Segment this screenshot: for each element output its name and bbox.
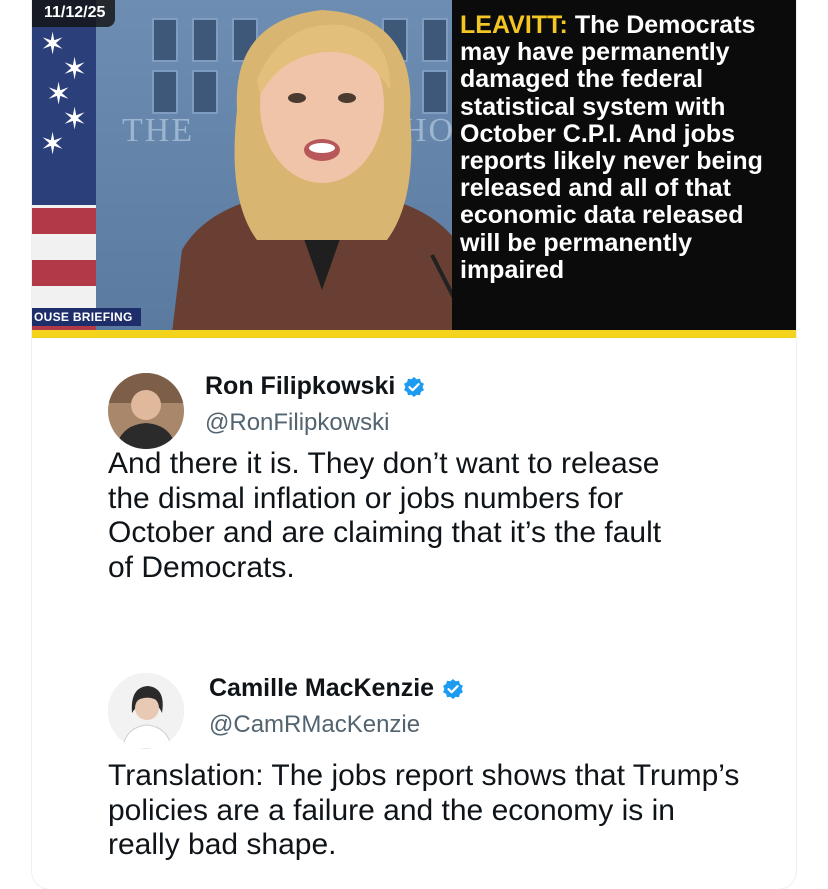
verified-badge-icon xyxy=(404,376,425,397)
broadcast-frame: THE HOU ✶ ✶ ✶ ✶ ✶ 11/12/25 OUSE BRIEFING… xyxy=(32,0,796,333)
author-handle[interactable]: @RonFilipkowski xyxy=(205,409,389,437)
avatar-photo-icon xyxy=(108,373,184,449)
author-name-line: Ron Filipkowski xyxy=(205,372,425,401)
us-flag: ✶ ✶ ✶ ✶ ✶ xyxy=(32,0,96,333)
avatar[interactable] xyxy=(108,673,184,749)
author-name[interactable]: Ron Filipkowski xyxy=(205,372,395,401)
caption-text: The Democrats may have permanently damag… xyxy=(460,11,763,284)
avatar-photo-icon xyxy=(108,673,184,749)
author-name-line: Camille MacKenzie xyxy=(209,674,464,703)
verified-badge-icon xyxy=(443,678,463,699)
lower-third-label: OUSE BRIEFING xyxy=(32,308,141,326)
caption-speaker: LEAVITT: xyxy=(460,11,568,39)
caption-box: LEAVITT: The Democrats may have permanen… xyxy=(452,0,796,333)
speaker-figure xyxy=(172,10,474,333)
author-name[interactable]: Camille MacKenzie xyxy=(209,674,434,703)
yellow-accent-bar xyxy=(32,330,796,338)
tweet-text: Translation: The jobs report shows that … xyxy=(108,759,740,861)
post-card: THE HOU ✶ ✶ ✶ ✶ ✶ 11/12/25 OUSE BRIEFING… xyxy=(32,0,796,889)
tweet-text: And there it is. They don’t want to rele… xyxy=(108,447,662,584)
author-handle[interactable]: @CamRMacKenzie xyxy=(209,711,420,739)
caption: LEAVITT: The Democrats may have permanen… xyxy=(460,11,790,284)
date-badge: 11/12/25 xyxy=(32,0,116,27)
avatar[interactable] xyxy=(108,373,184,449)
